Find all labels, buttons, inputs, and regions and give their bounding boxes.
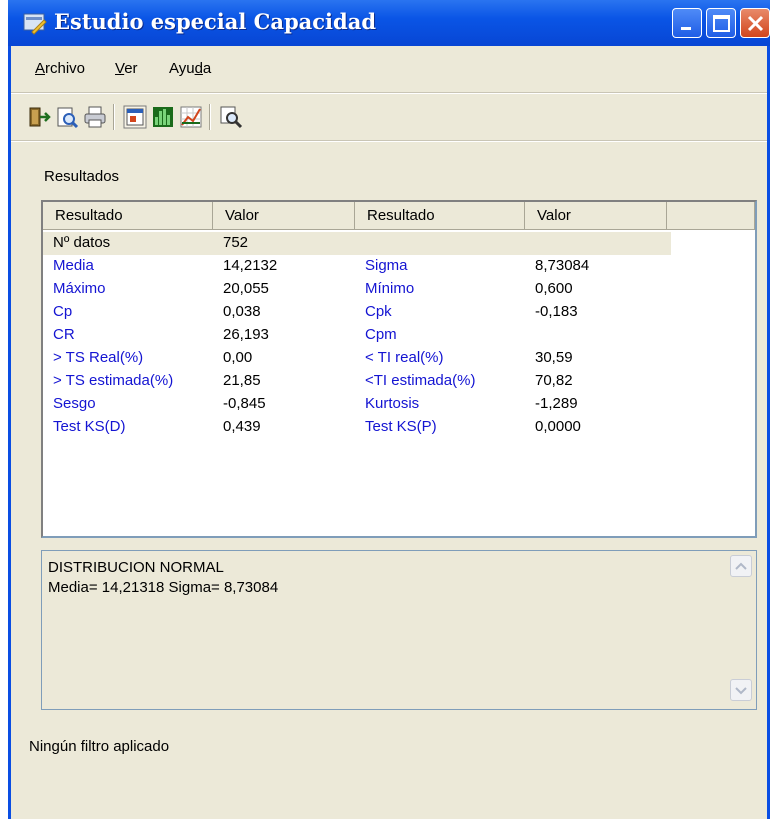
column-header-resultado[interactable]: Resultado — [43, 202, 213, 230]
results-group-label: Resultados — [44, 168, 120, 185]
result-value: 21,85 — [223, 372, 261, 389]
table-row[interactable]: Test KS(D) 0,439 Test KS(P) 0,0000 — [43, 416, 683, 439]
app-icon — [23, 13, 47, 35]
result-label: Máximo — [53, 280, 106, 297]
result-label: Cp — [53, 303, 73, 320]
result-label: <TI estimada(%) — [365, 372, 476, 389]
print-icon[interactable] — [83, 105, 107, 129]
close-button[interactable] — [740, 8, 770, 38]
results-listview[interactable]: Resultado Valor Resultado Valor Nº datos… — [41, 200, 757, 538]
toolbar — [21, 100, 521, 134]
result-value: -1,289 — [535, 395, 578, 412]
column-header-empty — [667, 202, 755, 230]
menu-ver[interactable]: Ver — [115, 60, 138, 77]
chevron-down-icon — [735, 687, 747, 695]
result-value: 0,0000 — [535, 418, 581, 435]
result-label: Cpk — [365, 303, 392, 320]
table-row[interactable]: Media 14,2132 Sigma 8,73084 — [43, 255, 683, 278]
result-label: < TI real(%) — [365, 349, 444, 366]
window-title: Estudio especial Capacidad — [54, 9, 377, 34]
result-label: Cpm — [365, 326, 397, 343]
maximize-button[interactable] — [706, 8, 736, 38]
minimize-button[interactable] — [672, 8, 702, 38]
distribution-textbox[interactable]: DISTRIBUCION NORMAL Media= 14,21318 Sigm… — [41, 550, 757, 710]
table-row[interactable]: > TS Real(%) 0,00 < TI real(%) 30,59 — [43, 347, 683, 370]
app-window: Estudio especial Capacidad Archivo Ver A… — [8, 0, 770, 819]
minimize-icon — [681, 27, 691, 30]
result-value: 20,055 — [223, 280, 269, 297]
title-bar[interactable]: Estudio especial Capacidad — [8, 0, 770, 46]
result-label: > TS estimada(%) — [53, 372, 174, 389]
menu-ayuda-label-end: a — [202, 60, 212, 77]
result-value: -0,845 — [223, 395, 266, 412]
result-label: Nº datos — [53, 234, 111, 251]
table-row[interactable]: > TS estimada(%) 21,85 <TI estimada(%) 7… — [43, 370, 683, 393]
maximize-icon — [713, 15, 730, 32]
column-header-resultado-2[interactable]: Resultado — [355, 202, 525, 230]
zoom-icon[interactable] — [219, 105, 243, 129]
table-row[interactable]: CR 26,193 Cpm — [43, 324, 683, 347]
result-value: 8,73084 — [535, 257, 590, 274]
menu-ayuda[interactable]: Ayuda — [169, 60, 211, 77]
toolbar-separator — [209, 104, 211, 130]
result-label: Test KS(P) — [365, 418, 437, 435]
result-label: Test KS(D) — [53, 418, 126, 435]
result-value: 0,439 — [223, 418, 261, 435]
result-value: -0,183 — [535, 303, 578, 320]
table-row[interactable]: Máximo 20,055 Mínimo 0,600 — [43, 278, 683, 301]
menu-archivo-accel: A — [35, 60, 46, 77]
result-value: 0,600 — [535, 280, 573, 297]
column-header-valor[interactable]: Valor — [213, 202, 355, 230]
result-value: 70,82 — [535, 372, 573, 389]
table-row[interactable]: Nº datos 752 — [43, 232, 671, 255]
result-label: Mínimo — [365, 280, 415, 297]
scroll-up-button[interactable] — [730, 555, 752, 577]
result-value: 0,00 — [223, 349, 253, 366]
chart-icon[interactable] — [179, 105, 203, 129]
status-text: Ningún filtro aplicado — [29, 738, 170, 755]
vertical-scrollbar[interactable] — [730, 555, 752, 705]
result-value: 30,59 — [535, 349, 573, 366]
toolbar-separator-line — [11, 140, 767, 142]
menu-ver-accel: V — [115, 60, 125, 77]
toolbar-separator — [113, 104, 115, 130]
menu-archivo-label: rchivo — [45, 60, 86, 77]
chevron-up-icon — [735, 562, 747, 570]
result-label: CR — [53, 326, 75, 343]
close-icon — [747, 15, 764, 32]
distribution-title: DISTRIBUCION NORMAL — [48, 559, 224, 576]
properties-icon[interactable] — [123, 105, 147, 129]
result-value: 26,193 — [223, 326, 269, 343]
menu-ayuda-accel: d — [194, 60, 203, 77]
menu-archivo[interactable]: Archivo — [35, 60, 85, 77]
distribution-params: Media= 14,21318 Sigma= 8,73084 — [48, 579, 279, 596]
result-value: 752 — [223, 234, 249, 251]
result-label: > TS Real(%) — [53, 349, 144, 366]
result-value: 0,038 — [223, 303, 261, 320]
menu-bar: Archivo Ver Ayuda — [11, 60, 767, 86]
exit-icon[interactable] — [27, 105, 51, 129]
menu-separator — [11, 92, 767, 94]
menu-ver-label: er — [124, 60, 138, 77]
result-label: Sigma — [365, 257, 408, 274]
column-header-valor-2[interactable]: Valor — [525, 202, 667, 230]
print-preview-icon[interactable] — [55, 105, 79, 129]
table-row[interactable]: Sesgo -0,845 Kurtosis -1,289 — [43, 393, 683, 416]
result-label: Media — [53, 257, 94, 274]
result-value: 14,2132 — [223, 257, 278, 274]
menu-ayuda-label-start: Ayu — [169, 60, 195, 77]
result-label: Kurtosis — [365, 395, 420, 412]
result-label: Sesgo — [53, 395, 96, 412]
table-row[interactable]: Cp 0,038 Cpk -0,183 — [43, 301, 683, 324]
histogram-icon[interactable] — [151, 105, 175, 129]
scroll-down-button[interactable] — [730, 679, 752, 701]
